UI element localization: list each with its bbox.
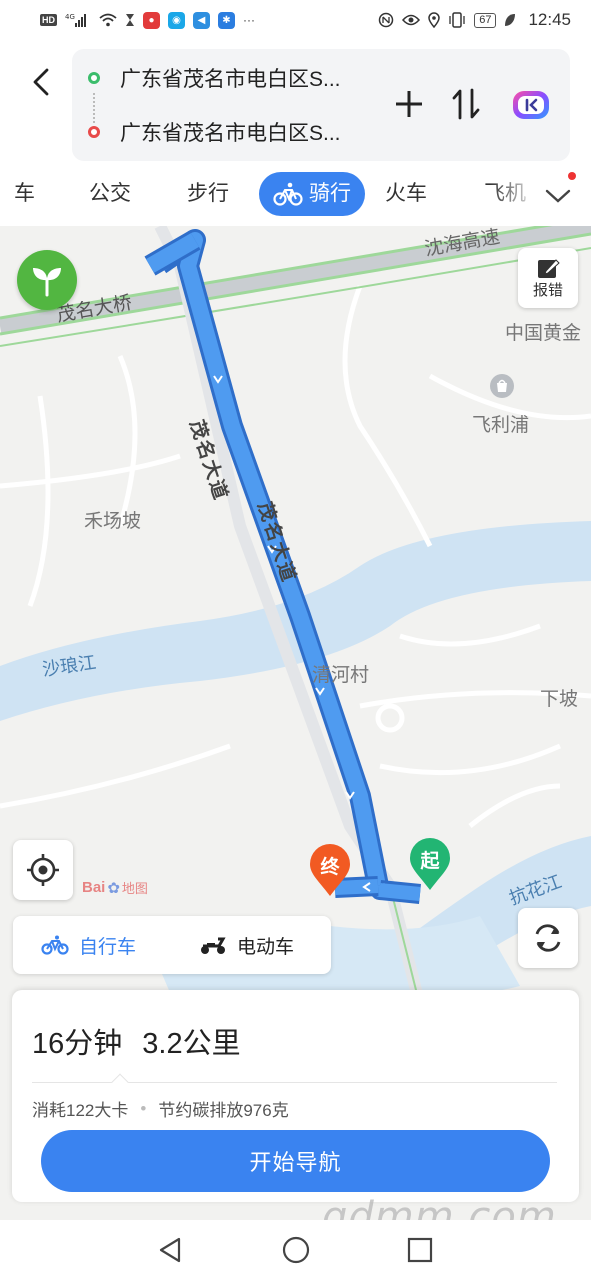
hourglass-icon xyxy=(125,13,135,27)
report-error-label: 报错 xyxy=(532,281,563,299)
hd-icon: HD xyxy=(40,14,57,26)
assistant-button[interactable] xyxy=(509,83,553,127)
report-error-button[interactable]: 报错 xyxy=(518,248,578,308)
end-pin[interactable]: 终 xyxy=(308,844,352,898)
destination-row[interactable]: 广东省茂名市电白区S... xyxy=(72,107,372,157)
send-app-icon: ◀ xyxy=(193,11,210,29)
label-hechangpo: 禾场坡 xyxy=(84,511,142,532)
battery-indicator: 67 xyxy=(474,12,497,28)
wifi-icon xyxy=(99,13,117,27)
nav-recents-button[interactable] xyxy=(400,1230,440,1270)
swap-icon xyxy=(452,88,480,120)
route-input-box: 广东省茂名市电白区S... 广东省茂名市电白区S... xyxy=(72,49,570,161)
more-modes-button[interactable] xyxy=(538,176,578,216)
route-summary-card: 16分钟 3.2公里 消耗122大卡 • 节约碳排放976克 开始导航 xyxy=(12,990,579,1202)
route-header: 广东省茂名市电白区S... 广东省茂名市电白区S... 车 公交 步行 骑行 火… xyxy=(0,40,591,226)
baidu-logo-cn: 地图 xyxy=(121,881,148,896)
tab-bus[interactable]: 公交 xyxy=(89,172,131,216)
shop-poi-icon xyxy=(490,374,514,398)
label-qinghe-village: 清河村 xyxy=(312,665,370,686)
mode-ebike[interactable]: 电动车 xyxy=(199,916,294,974)
mic-app-icon: ● xyxy=(143,11,160,29)
triangle-back-icon xyxy=(159,1237,181,1263)
assistant-icon xyxy=(513,91,549,119)
origin-dot-icon xyxy=(88,72,100,84)
destination-dot-icon xyxy=(88,126,100,138)
duration: 16分钟 xyxy=(32,1028,123,1060)
svg-text:4G: 4G xyxy=(65,13,75,21)
chevron-down-icon xyxy=(545,189,571,203)
mode-bicycle-label: 自行车 xyxy=(79,936,137,958)
eye-icon xyxy=(402,14,421,26)
label-philips: 飞利浦 xyxy=(472,415,530,436)
travel-mode-tabs: 车 公交 步行 骑行 火车 飞机 xyxy=(0,172,591,218)
crosshair-icon xyxy=(27,854,59,886)
bicycle-icon xyxy=(273,182,303,206)
vehicle-type-switch: 自行车 电动车 xyxy=(13,916,331,974)
swap-route-button[interactable] xyxy=(447,85,485,123)
tab-cycling[interactable]: 骑行 xyxy=(259,172,365,216)
nfc-icon xyxy=(378,12,394,28)
baidu-logo-text: Bai xyxy=(82,879,106,896)
add-waypoint-button[interactable] xyxy=(390,85,428,123)
route-details: 消耗122大卡 • 节约碳排放976克 xyxy=(32,1096,289,1121)
start-navigation-button[interactable]: 开始导航 xyxy=(41,1130,550,1192)
destination-text: 广东省茂名市电白区S... xyxy=(120,122,341,145)
new-badge-dot xyxy=(568,172,576,180)
nav-back-button[interactable] xyxy=(150,1230,190,1270)
back-arrow-icon xyxy=(33,68,49,96)
tab-walk[interactable]: 步行 xyxy=(187,172,229,216)
label-xiapo: 下坡 xyxy=(540,689,579,710)
end-pin-label: 终 xyxy=(320,857,340,878)
label-china-gold: 中国黄金 xyxy=(505,323,582,344)
origin-row[interactable]: 广东省茂名市电白区S... xyxy=(72,53,372,103)
start-pin[interactable]: 起 xyxy=(408,838,452,892)
summary-divider-notch xyxy=(111,1073,129,1091)
locate-me-button[interactable] xyxy=(13,840,73,900)
start-pin-label: 起 xyxy=(420,851,440,872)
more-notifications-icon: ··· xyxy=(243,13,255,27)
calories: 消耗122大卡 xyxy=(32,1101,129,1120)
route-summary: 16分钟 3.2公里 xyxy=(32,1020,241,1062)
mode-bicycle[interactable]: 自行车 xyxy=(41,916,136,974)
status-right-icons: 67 12:45 xyxy=(378,10,571,30)
distance: 3.2公里 xyxy=(142,1028,241,1060)
refresh-route-button[interactable] xyxy=(518,908,578,968)
system-nav-bar xyxy=(0,1220,591,1280)
edit-icon xyxy=(538,258,560,278)
circle-home-icon xyxy=(282,1236,310,1264)
bulb-app-icon: ◉ xyxy=(168,11,185,29)
share-app-icon: ✱ xyxy=(218,11,235,29)
roundabout xyxy=(375,703,405,733)
back-button[interactable] xyxy=(26,62,56,102)
baidu-paw-icon: ✿ xyxy=(107,879,120,897)
refresh-icon xyxy=(535,924,561,952)
tab-cycling-label: 骑行 xyxy=(309,182,351,205)
details-separator: • xyxy=(140,1098,147,1118)
nav-home-button[interactable] xyxy=(276,1230,316,1270)
status-left-icons: HD 4G ● ◉ ◀ ✱ ··· xyxy=(40,11,255,29)
sprout-icon xyxy=(33,268,61,297)
tabs-fade xyxy=(490,172,540,216)
status-bar: HD 4G ● ◉ ◀ ✱ ··· 67 12:45 xyxy=(0,0,591,40)
square-recents-icon xyxy=(407,1237,433,1263)
eco-leaf-button[interactable] xyxy=(17,250,77,310)
leaf-status-icon xyxy=(504,13,516,27)
carbon-saving: 节约碳排放976克 xyxy=(158,1101,289,1120)
vibrate-icon xyxy=(448,12,466,28)
tab-car[interactable]: 车 xyxy=(14,172,35,216)
origin-text: 广东省茂名市电白区S... xyxy=(120,68,341,91)
signal-icon: 4G xyxy=(65,12,91,28)
baidu-map-logo: Bai ✿ 地图 xyxy=(82,878,148,897)
tab-train[interactable]: 火车 xyxy=(385,172,427,216)
bicycle-small-icon xyxy=(41,935,69,955)
location-icon xyxy=(428,12,440,28)
mode-ebike-label: 电动车 xyxy=(237,936,295,958)
clock: 12:45 xyxy=(528,10,571,29)
plus-icon xyxy=(396,91,422,117)
scooter-icon xyxy=(201,937,226,954)
